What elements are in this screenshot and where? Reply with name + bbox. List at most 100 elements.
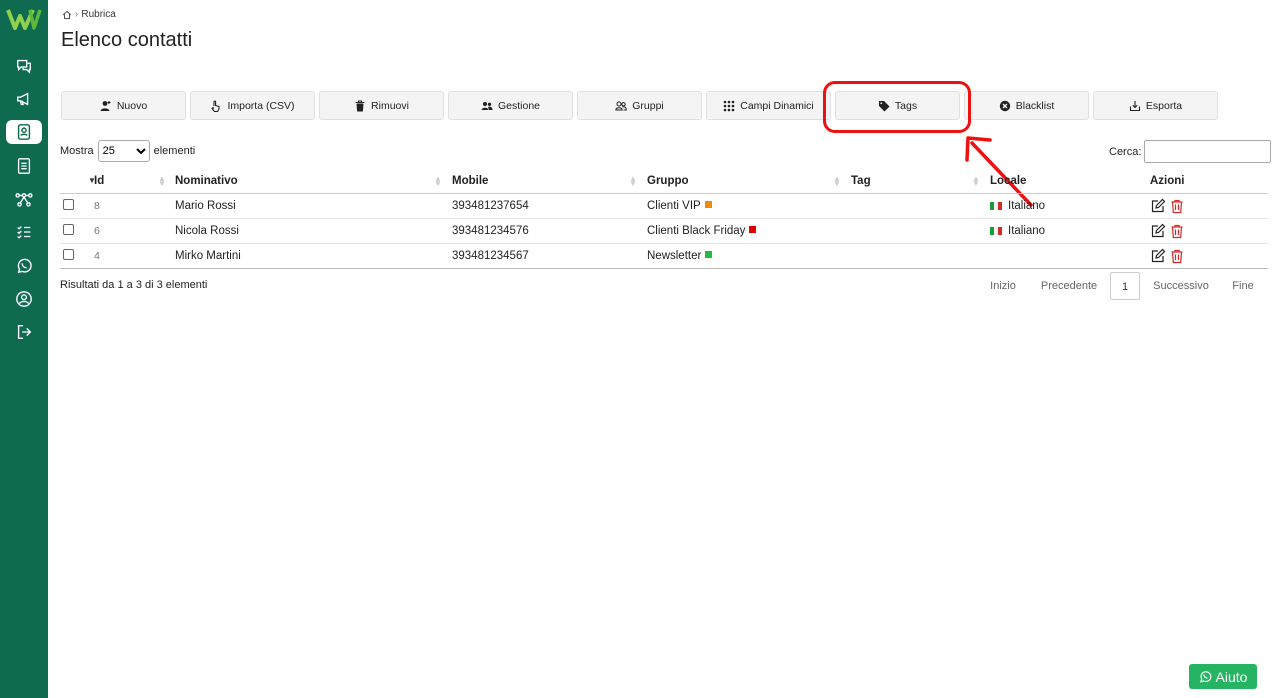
contacts-icon[interactable] [6, 120, 42, 144]
users-icon [481, 101, 493, 110]
breadcrumb-separator: › [75, 9, 79, 20]
workflow-icon[interactable] [12, 187, 36, 211]
chat-icon[interactable] [12, 54, 36, 78]
sort-icon: ▲ ▼ [833, 174, 841, 188]
table-info: Risultati da 1 a 3 di 3 elementi [60, 279, 208, 291]
column-header-actions-label: Azioni [1150, 174, 1185, 187]
italy-flag-icon [990, 227, 1002, 235]
pagination-current[interactable]: 1 [1110, 272, 1140, 300]
delete-icon[interactable] [1169, 223, 1185, 239]
search-input[interactable] [1144, 140, 1272, 163]
pagination-first[interactable]: Inizio [978, 272, 1028, 300]
cell-actions [1150, 218, 1268, 244]
whatsapp-icon[interactable] [12, 254, 36, 278]
row-select-cell [60, 243, 94, 269]
blacklist-label: Blacklist [1015, 99, 1055, 112]
pagination-previous[interactable]: Precedente [1034, 272, 1104, 300]
column-header-locale[interactable]: Locale ▲ ▼ [972, 168, 1150, 194]
cell-locale: Italiano [990, 218, 1150, 244]
user-plus-icon [100, 100, 111, 111]
page-length-select[interactable]: 25 [97, 140, 150, 162]
manage-label: Gestione [497, 99, 541, 112]
dynamic-fields-button[interactable]: Campi Dinamici [706, 91, 831, 120]
edit-icon[interactable] [1150, 223, 1166, 239]
table-row: 8 Mario Rossi 393481237654 Clienti VIP I… [60, 193, 1268, 219]
export-label: Esporta [1145, 99, 1183, 112]
remove-button[interactable]: Rimuovi [319, 91, 444, 120]
length-prefix: Mostra [60, 145, 94, 157]
new-contact-label: Nuovo [116, 99, 148, 112]
column-header-locale-label: Locale [990, 174, 1027, 187]
page-title: Elenco contatti [61, 29, 193, 51]
contacts-table: ▼ Id Nominativo ▲ ▼ Mobile ▲ ▼ Gruppo ▲ ▼ T… [60, 168, 1268, 269]
import-csv-button[interactable]: Importa (CSV) [190, 91, 315, 120]
cell-tag [851, 193, 990, 219]
column-header-mobile[interactable]: Mobile ▲ ▼ [434, 168, 647, 194]
groups-button[interactable]: Gruppi [577, 91, 702, 120]
cell-mobile: 393481234567 [452, 243, 647, 269]
grid-icon [723, 100, 735, 111]
column-header-group-label: Gruppo [647, 174, 689, 187]
cell-id: 6 [94, 218, 175, 244]
cell-name: Nicola Rossi [175, 218, 452, 244]
manage-button[interactable]: Gestione [448, 91, 573, 120]
sidebar [0, 0, 48, 698]
help-label: Aiuto [1215, 668, 1248, 685]
export-button[interactable]: Esporta [1093, 91, 1218, 120]
cell-actions [1150, 193, 1268, 219]
locale-name: Italiano [1008, 225, 1046, 237]
help-button[interactable]: Aiuto [1189, 664, 1257, 689]
pagination-last[interactable]: Fine [1222, 272, 1264, 300]
megaphone-icon[interactable] [12, 87, 36, 111]
column-header-tag[interactable]: Tag ▲ ▼ [833, 168, 990, 194]
cell-id: 4 [94, 243, 175, 269]
user-circle-icon[interactable] [12, 287, 36, 311]
group-name: Clienti VIP [647, 200, 701, 212]
page-length-control: Mostra 25 elementi [60, 140, 195, 162]
cell-name: Mario Rossi [175, 193, 452, 219]
row-checkbox[interactable] [63, 224, 74, 235]
delete-icon[interactable] [1169, 248, 1185, 264]
app-logo[interactable] [6, 6, 42, 32]
column-header-name-label: Nominativo [175, 174, 238, 187]
italy-flag-icon [990, 202, 1002, 210]
logout-icon[interactable] [12, 320, 36, 344]
delete-icon[interactable] [1169, 198, 1185, 214]
edit-icon[interactable] [1150, 198, 1166, 214]
column-header-tag-label: Tag [851, 174, 871, 187]
document-icon[interactable] [12, 154, 36, 178]
cell-id: 8 [94, 193, 175, 219]
cell-group: Clienti VIP [647, 193, 851, 219]
group-color-swatch [749, 226, 757, 233]
cell-tag [851, 218, 990, 244]
group-color-swatch [705, 251, 713, 258]
row-checkbox[interactable] [63, 199, 74, 210]
row-select-cell [60, 193, 94, 219]
remove-label: Rimuovi [371, 99, 409, 112]
block-icon [999, 100, 1010, 111]
column-header-group[interactable]: Gruppo ▲ ▼ [629, 168, 851, 194]
checklist-icon[interactable] [12, 220, 36, 244]
import-csv-label: Importa (CSV) [227, 99, 295, 112]
tags-highlight-annotation [823, 81, 971, 133]
row-checkbox[interactable] [63, 249, 74, 260]
group-icon [615, 101, 628, 110]
column-header-mobile-label: Mobile [452, 174, 489, 187]
cell-locale: Italiano [990, 193, 1150, 219]
group-name: Newsletter [647, 250, 702, 262]
sort-desc-icon: ▼ [88, 176, 96, 185]
cell-locale [990, 243, 1150, 269]
edit-icon[interactable] [1150, 248, 1166, 264]
new-contact-button[interactable]: Nuovo [61, 91, 186, 120]
column-header-name[interactable]: Nominativo ▲ ▼ [158, 168, 452, 194]
groups-label: Gruppi [632, 99, 664, 112]
cell-tag [851, 243, 990, 269]
blacklist-button[interactable]: Blacklist [964, 91, 1089, 120]
home-icon[interactable] [62, 10, 72, 20]
pagination-next[interactable]: Successivo [1146, 272, 1216, 300]
group-color-swatch [704, 201, 712, 208]
hand-pointer-icon [211, 99, 220, 112]
row-select-cell [60, 218, 94, 244]
sort-icon: ▲ ▼ [972, 174, 980, 188]
breadcrumb: › Rubrica [62, 9, 116, 20]
